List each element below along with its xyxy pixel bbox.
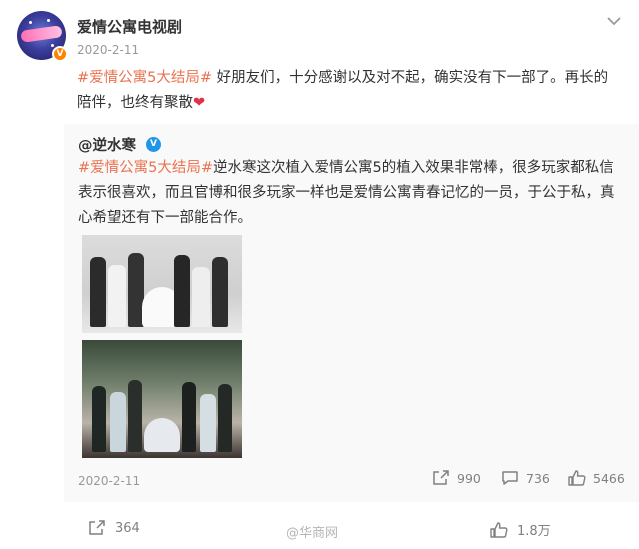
sparkle — [29, 21, 32, 24]
comment-icon — [502, 471, 518, 485]
repost-like-button[interactable]: 5466 — [568, 470, 625, 486]
photo-figure — [110, 392, 126, 452]
repost-photo-1[interactable] — [82, 235, 242, 333]
watermark: @华商网 — [286, 526, 339, 541]
weibo-post: V 爱情公寓电视剧 2020-2-11 #爱情公寓5大结局# 好朋友们，十分感谢… — [0, 0, 639, 549]
post-time[interactable]: 2020-2-11 — [77, 43, 139, 57]
action-bar: 364 @华商网 1.8万 — [0, 512, 639, 549]
repost-comment-button[interactable]: 736 — [501, 470, 550, 486]
repost-comment-count: 736 — [526, 470, 550, 486]
photo-figure — [218, 384, 232, 452]
like-icon — [490, 521, 508, 538]
topic-link[interactable]: #爱情公寓5大结局# — [78, 160, 213, 176]
forward-count: 364 — [115, 520, 140, 536]
repost-forward-button[interactable]: 990 — [432, 470, 481, 486]
repost-forward-count: 990 — [457, 470, 481, 486]
photo-figure — [182, 382, 196, 452]
forward-button[interactable]: 364 — [88, 520, 140, 536]
photo-figure — [128, 380, 142, 452]
photo-figure — [92, 386, 106, 452]
photo-figure — [212, 257, 228, 327]
like-count: 1.8万 — [517, 524, 551, 539]
repost-like-count: 5466 — [593, 470, 625, 486]
photo-figure — [108, 265, 126, 327]
photo-figure — [200, 394, 216, 452]
repost-time[interactable]: 2020-2-11 — [78, 474, 140, 488]
more-options-icon[interactable] — [607, 16, 621, 30]
avatar-logo — [20, 25, 63, 43]
post-content: #爱情公寓5大结局# 好朋友们，十分感谢以及对不起，确实没有下一部了。再长的陪伴… — [77, 66, 617, 116]
heart-emoji: ❤ — [193, 95, 206, 111]
like-icon — [568, 470, 586, 486]
sparkle — [51, 44, 54, 47]
verified-icon: V — [52, 46, 68, 62]
photo-figure — [174, 255, 190, 327]
topic-link[interactable]: #爱情公寓5大结局# — [77, 70, 212, 86]
forward-icon — [89, 520, 105, 535]
photo-figure — [90, 257, 106, 327]
repost-content: #爱情公寓5大结局#逆水寒这次植入爱情公寓5的植入效果非常棒，很多玩家都私信表示… — [78, 156, 626, 231]
forward-icon — [433, 470, 449, 485]
verified-icon: V — [146, 137, 161, 152]
like-button[interactable]: 1.8万 — [490, 520, 551, 539]
author-name[interactable]: 爱情公寓电视剧 — [77, 16, 182, 37]
photo-figure — [144, 418, 180, 452]
repost-photo-2[interactable] — [82, 340, 242, 458]
repost-author[interactable]: @逆水寒 — [78, 134, 136, 155]
sparkle — [47, 19, 50, 22]
repost-card[interactable]: @逆水寒 V #爱情公寓5大结局#逆水寒这次植入爱情公寓5的植入效果非常棒，很多… — [64, 124, 639, 502]
photo-figure — [192, 267, 210, 327]
